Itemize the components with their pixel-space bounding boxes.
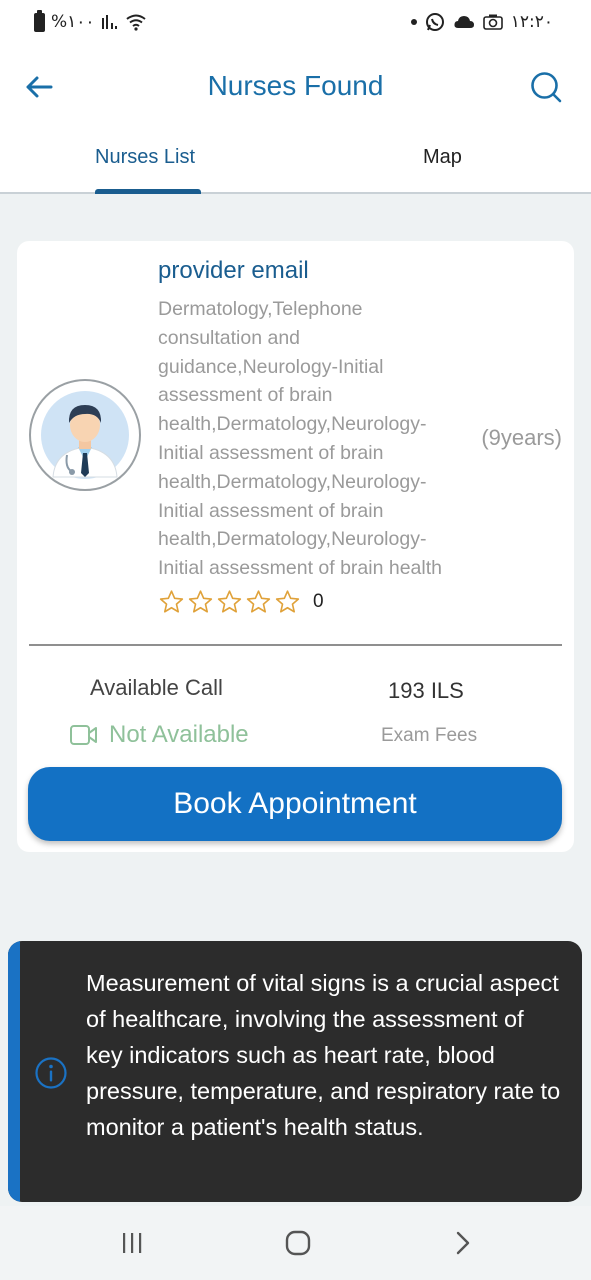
info-toast[interactable]: Measurement of vital signs is a crucial …: [8, 941, 582, 1202]
call-status: Not Available: [69, 721, 249, 749]
cloud-icon: [454, 16, 474, 28]
battery-percent: %١٠٠: [51, 12, 95, 32]
search-icon: [531, 72, 562, 103]
home-icon: [285, 1230, 311, 1256]
camera-icon: [482, 14, 503, 30]
star-icon: [275, 590, 300, 613]
system-nav-bar: [0, 1206, 591, 1280]
search-button[interactable]: [529, 70, 563, 104]
video-camera-icon: [70, 725, 97, 745]
star-icon: [159, 590, 184, 613]
notification-dot-icon: [410, 19, 417, 25]
clock: ١٢:٢٠: [510, 12, 553, 32]
tab-bar: Nurses List Map: [0, 130, 591, 194]
recent-apps-button[interactable]: [112, 1226, 152, 1260]
toast-message: Measurement of vital signs is a crucial …: [86, 970, 561, 1140]
page-title: Nurses Found: [207, 70, 384, 101]
avatar: [29, 379, 141, 491]
status-bar: %١٠٠ ١٢:٢٠: [0, 0, 591, 44]
rating-value: 0: [313, 591, 324, 612]
home-button[interactable]: [278, 1226, 318, 1260]
book-appointment-button[interactable]: Book Appointment: [28, 767, 562, 841]
card-divider: [29, 644, 562, 646]
recent-apps-icon: [123, 1233, 142, 1253]
info-icon: [35, 1057, 67, 1089]
toast-accent-bar: [8, 941, 20, 1202]
available-call-label: Available Call: [90, 675, 223, 700]
back-nav-button[interactable]: [443, 1226, 483, 1260]
star-icon: [188, 590, 213, 613]
whatsapp-icon: [425, 13, 444, 31]
nurse-card[interactable]: provider email Dermatology,Telephone con…: [17, 241, 574, 852]
tab-map[interactable]: Map: [423, 146, 462, 169]
status-left: %١٠٠: [34, 9, 147, 34]
specialties-text: Dermatology,Telephone consultation and g…: [158, 298, 442, 580]
experience-years: (9years): [481, 425, 562, 450]
call-status-text: Not Available: [109, 721, 249, 748]
wifi-icon: [125, 14, 146, 31]
exam-fee-amount: 193 ILS: [388, 678, 464, 703]
tab-nurses-list[interactable]: Nurses List: [95, 146, 195, 169]
star-icon: [246, 590, 271, 613]
status-right: ١٢:٢٠: [410, 10, 553, 34]
rating: 0: [158, 589, 324, 615]
battery-icon: [34, 9, 45, 32]
active-tab-indicator: [95, 189, 201, 194]
provider-name[interactable]: provider email: [158, 257, 309, 285]
doctor-avatar-icon: [41, 391, 129, 479]
signal-icon: [101, 15, 117, 29]
exam-fee-label: Exam Fees: [381, 725, 478, 746]
star-icon: [217, 590, 242, 613]
app-bar: Nurses Found: [0, 44, 591, 130]
chevron-right-icon: [456, 1231, 470, 1255]
